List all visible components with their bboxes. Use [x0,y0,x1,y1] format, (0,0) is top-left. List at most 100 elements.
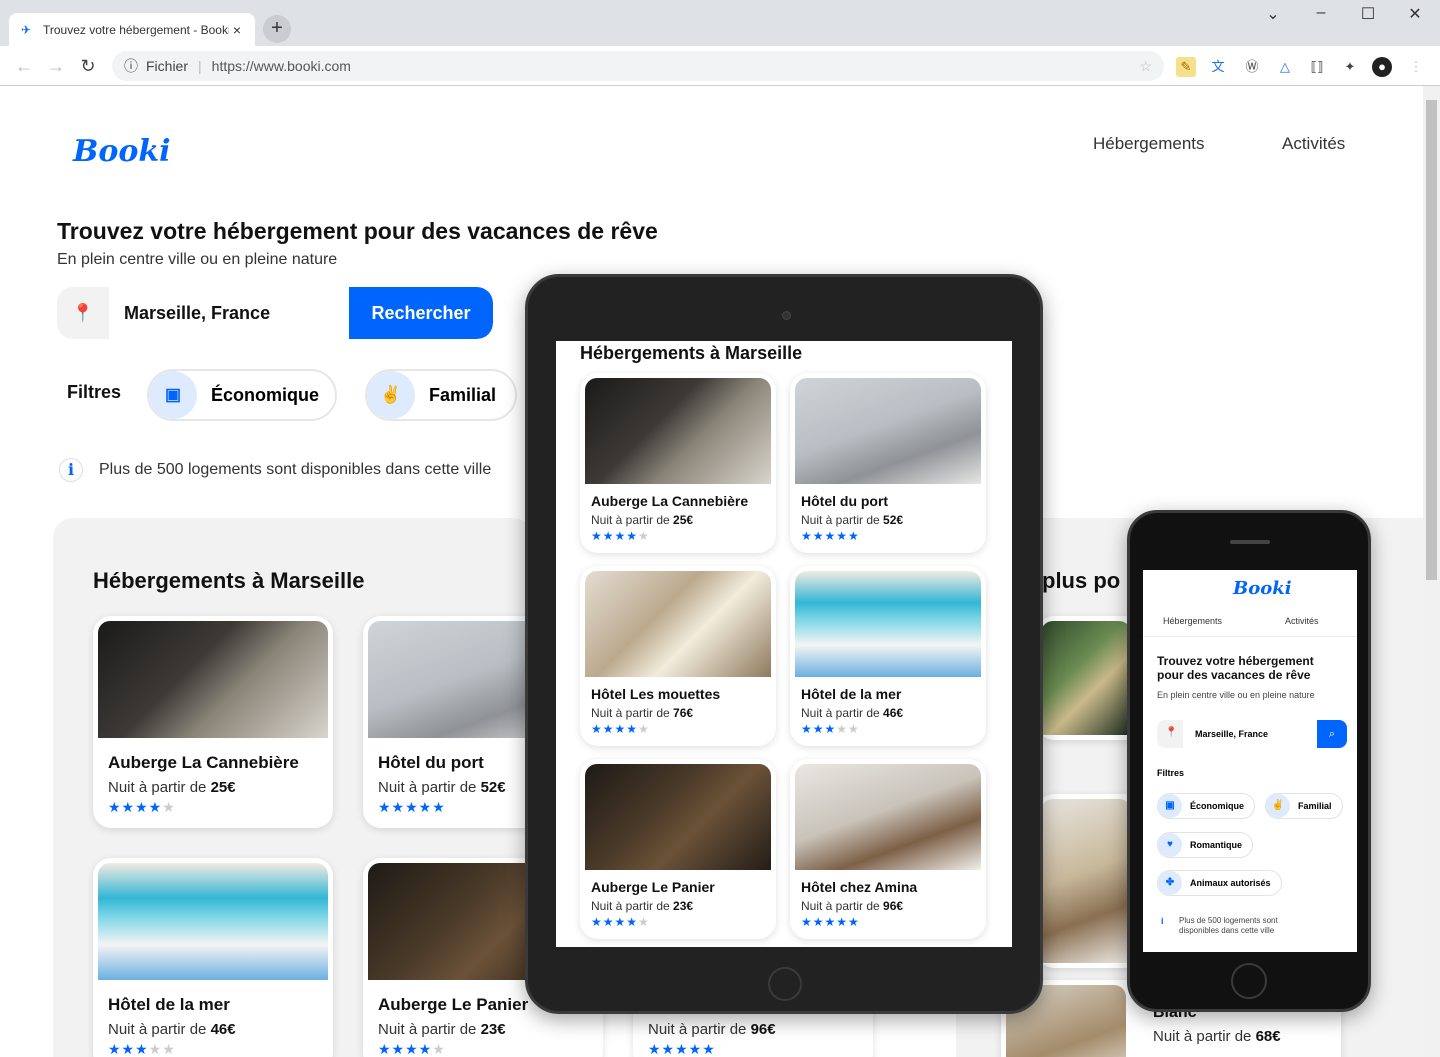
page-content: Booki Hébergements Activités Trouvez vot… [1,86,1423,1057]
phone-subtitle: En plein centre ville ou en pleine natur… [1157,690,1315,700]
code-extension-icon[interactable]: ⟦⟧ [1307,57,1327,77]
card-price: Nuit à partir de 46€ [108,1021,236,1038]
tablet-home-button [768,967,802,1001]
price-prefix: Nuit à partir de [1153,1028,1252,1045]
tablet-card[interactable]: Hôtel du port Nuit à partir de 52€ ★★★★★ [790,373,986,553]
phone-nav-hebergements: Hébergements [1163,616,1223,626]
popular-card[interactable] [1036,616,1136,740]
tablet-card[interactable]: Hôtel de la mer Nuit à partir de 46€ ★★★… [790,566,986,746]
price-prefix: Nuit à partir de [591,899,670,913]
tablet-section-title: Hébergements à Marseille [580,343,803,363]
scheme-label: Fichier [146,58,189,74]
new-tab-button[interactable]: + [263,15,291,43]
back-icon[interactable]: ← [12,54,36,78]
close-tab-icon[interactable]: × [229,22,245,38]
child-icon: ✌ [1266,794,1290,818]
phone-nav-activites: Activités [1285,616,1319,626]
card-name: Hôtel chez Amina [801,879,918,895]
card-price: Nuit à partir de 25€ [591,513,693,527]
filter-label: Familial [1298,801,1332,811]
card-price: Nuit à partir de 52€ [378,779,506,796]
address-bar[interactable]: ⓘ Fichier | https://www.booki.com ☆ [112,51,1164,81]
phone-info-text: Plus de 500 logements sont disponibles d… [1179,916,1278,935]
price-value: 23€ [480,1021,506,1038]
translate-icon[interactable]: 文 [1208,57,1228,77]
reload-icon[interactable]: ↻ [76,54,100,78]
rating-stars: ★★★★★ [591,529,650,543]
card-name: Hôtel de la mer [108,995,230,1014]
nav-activites[interactable]: Activités [1282,134,1345,154]
booki-logo[interactable]: Booki [73,134,171,169]
tablet-card[interactable]: Auberge La Cannebière Nuit à partir de 2… [580,373,776,553]
card-image [795,378,981,484]
scrollbar-thumb[interactable] [1426,100,1437,580]
heart-icon: ♥ [1158,833,1182,857]
price-value: 96€ [750,1021,776,1038]
phone-divider [1143,636,1357,637]
bookmark-star-icon[interactable]: ☆ [1139,58,1152,75]
drive-icon[interactable]: △ [1275,57,1295,77]
card-price: Nuit à partir de 46€ [801,706,903,720]
price-value: 25€ [673,513,694,527]
rating-stars: ★★★★★ [378,799,446,815]
wordpress-icon[interactable]: Ⓦ [1242,57,1262,77]
price-prefix: Nuit à partir de [801,706,880,720]
price-value: 25€ [210,779,236,796]
info-icon[interactable]: ⓘ [124,56,138,76]
card-price: Nuit à partir de 96€ [648,1021,776,1038]
price-value: 52€ [883,513,904,527]
puzzle-extensions-icon[interactable]: ✦ [1340,57,1360,77]
filter-familial[interactable]: ✌ Familial [365,369,517,421]
rating-stars: ★★★★★ [591,915,650,929]
phone-search-bar: 📍 Marseille, France ⌕ [1157,720,1347,748]
nav-hebergements[interactable]: Hébergements [1093,134,1205,154]
page-scrollbar[interactable] [1423,86,1440,1057]
tablet-card[interactable]: Hôtel Les mouettes Nuit à partir de 76€ … [580,566,776,746]
card-price: Nuit à partir de 52€ [801,513,903,527]
price-prefix: Nuit à partir de [108,1021,207,1038]
location-pin-icon: 📍 [71,303,95,323]
price-prefix: Nuit à partir de [801,899,880,913]
tablet-mockup: Hébergements à Marseille Auberge La Cann… [525,274,1043,1014]
rating-stars: ★★★★★ [648,1041,716,1057]
filter-label: Familial [429,384,497,405]
tablet-camera [782,311,791,320]
browser-tabstrip: ✈ Trouvez votre hébergement - Booki × + … [0,0,1440,47]
tablet-card[interactable]: Auberge Le Panier Nuit à partir de 23€ ★… [580,759,776,939]
price-prefix: Nuit à partir de [591,513,670,527]
card-image [585,764,771,870]
browser-tab[interactable]: ✈ Trouvez votre hébergement - Booki × [9,13,255,47]
phone-search-input: Marseille, France [1183,720,1317,748]
maximize-icon[interactable]: ☐ [1353,4,1383,24]
card-name: Auberge La Cannebière [591,493,749,509]
forward-icon[interactable]: → [44,54,68,78]
search-button[interactable]: Rechercher [349,287,493,339]
popular-card[interactable] [1036,794,1136,968]
card-image [585,571,771,677]
extension-note-icon[interactable]: ✎ [1176,57,1196,77]
card-auberge-cannebiere[interactable]: Auberge La Cannebière Nuit à partir de 2… [93,616,333,828]
rating-stars: ★★★★★ [378,1041,446,1057]
price-prefix: Nuit à partir de [108,779,207,796]
tablet-card[interactable]: Hôtel chez Amina Nuit à partir de 96€ ★★… [790,759,986,939]
price-prefix: Nuit à partir de [378,1021,477,1038]
filter-economique[interactable]: ▣ Économique [147,369,338,421]
phone-speaker [1230,540,1270,544]
close-window-icon[interactable]: ✕ [1400,4,1430,24]
filter-label: Économique [211,384,320,405]
money-icon: ▣ [149,371,197,419]
booki-favicon-icon: ✈ [20,23,32,37]
menu-kebab-icon[interactable]: ⋮ [1406,57,1426,77]
tab-search-icon[interactable]: ⌄ [1258,4,1288,24]
price-prefix: Nuit à partir de [801,513,880,527]
phone-info-icon: i [1161,916,1164,926]
card-name: Hôtel Les mouettes [591,686,721,702]
rating-stars: ★★★★★ [108,799,176,815]
search-input[interactable]: Marseille, France [109,287,349,339]
rating-stars: ★★★★★ [801,915,860,929]
profile-avatar-icon[interactable]: ● [1372,57,1392,77]
card-price: Nuit à partir de 23€ [591,899,693,913]
minimize-icon[interactable]: – [1306,4,1336,22]
page-title: Trouvez votre hébergement pour des vacan… [57,218,658,244]
card-hotel-de-la-mer[interactable]: Hôtel de la mer Nuit à partir de 46€ ★★★… [93,858,333,1057]
